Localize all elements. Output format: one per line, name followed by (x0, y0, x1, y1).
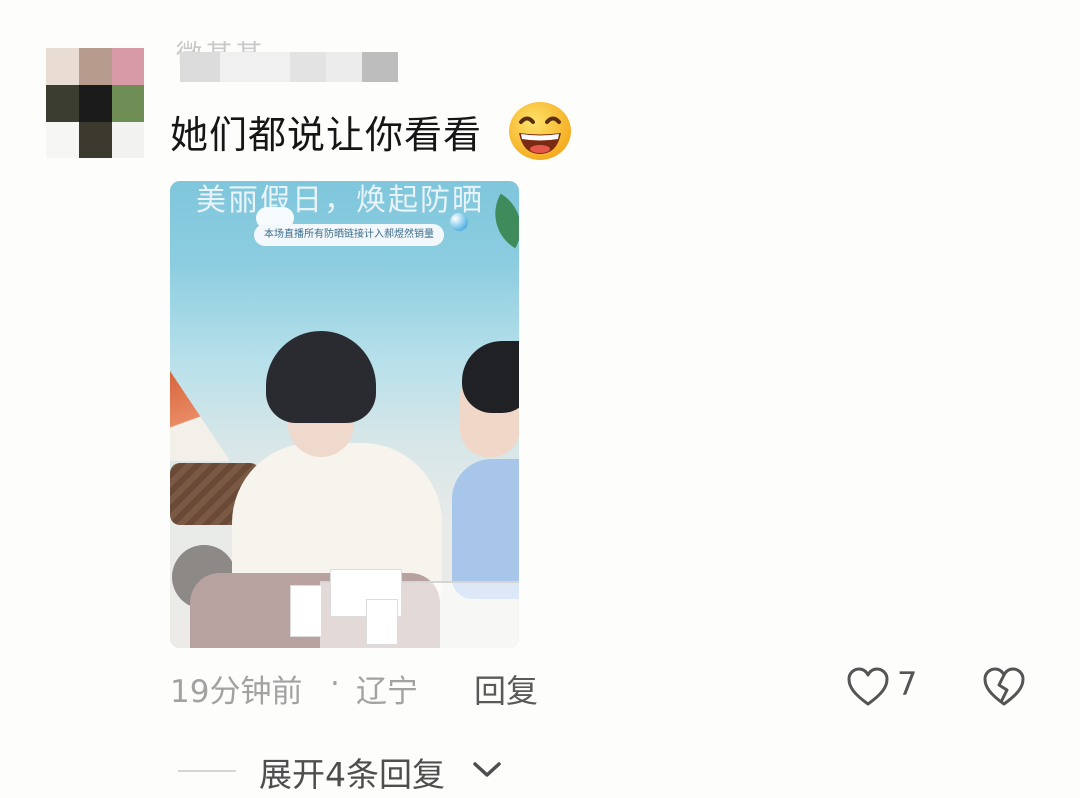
broken-heart-icon[interactable] (982, 666, 1026, 708)
heart-outline-icon[interactable] (846, 666, 890, 708)
comment-text: 她们都说让你看看 (170, 113, 483, 157)
banner-title: 美丽假日，焕起防晒 (196, 183, 484, 218)
reply-button[interactable]: 回复 (474, 666, 538, 712)
chevron-down-icon[interactable] (471, 760, 503, 780)
expand-divider (178, 770, 236, 772)
comment-time: 19分钟前 (170, 674, 303, 710)
comment-image[interactable]: 美丽假日，焕起防晒 本场直播所有防晒链接计入郝煜然销量 (170, 181, 519, 648)
like-count: 7 (897, 665, 918, 703)
comment-location: 辽宁 (356, 674, 418, 710)
banner-subtitle: 本场直播所有防晒链接计入郝煜然销量 (254, 224, 444, 246)
avatar[interactable] (46, 48, 144, 158)
grinning-face-emoji (509, 102, 571, 160)
meta-separator: · (330, 666, 340, 702)
expand-replies-button[interactable]: 展开4条回复 (259, 748, 445, 796)
username[interactable]: 微某某 (172, 40, 398, 86)
